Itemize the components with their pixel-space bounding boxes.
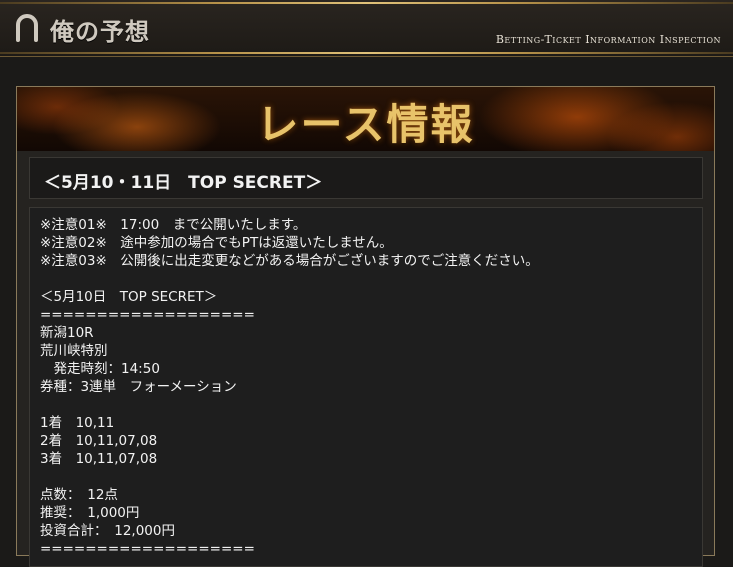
- site-title[interactable]: 俺の予想: [50, 12, 150, 47]
- prediction-content: ※注意01※ 17:00 まで公開いたします。 ※注意02※ 途中参加の場合でも…: [29, 207, 703, 567]
- separator: ===================: [40, 541, 255, 557]
- ticket-type: 券種：3連単 フォーメーション: [40, 379, 237, 395]
- first-place: 1着 10,11: [40, 415, 115, 431]
- third-place: 3着 10,11,07,08: [40, 451, 158, 467]
- race-info-banner: レース情報: [17, 87, 714, 151]
- start-time: 発走時刻：14:50: [40, 361, 160, 377]
- recommended-bet: 推奨： 1,000円: [40, 505, 140, 521]
- notice-3: ※注意03※ 公開後に出走変更などがある場合がございますのでご注意ください。: [40, 253, 539, 269]
- header-bottom-border: [0, 52, 733, 54]
- notice-2: ※注意02※ 途中参加の場合でもPTは返還いたしません。: [40, 235, 393, 251]
- race-name: 荒川峡特別: [40, 343, 108, 359]
- separator: ===================: [40, 307, 255, 323]
- race-date-title: ＜5月10・11日 TOP SECRET＞: [44, 173, 323, 193]
- second-place: 2着 10,11,07,08: [40, 433, 158, 449]
- total-investment: 投資合計： 12,000円: [40, 523, 175, 539]
- points: 点数： 12点: [40, 487, 118, 503]
- race-info-panel: レース情報 ＜5月10・11日 TOP SECRET＞ ※注意01※ 17:00…: [16, 86, 715, 567]
- race-date-header: ＜5月10・11日 TOP SECRET＞: [29, 157, 703, 199]
- header-top-border: [0, 2, 733, 4]
- venue: 新潟10R: [40, 325, 94, 341]
- horseshoe-icon: [16, 14, 38, 42]
- section-title: ＜5月10日 TOP SECRET＞: [40, 289, 218, 305]
- race-info-title: レース情報: [256, 100, 475, 149]
- site-subtitle: Betting-Ticket Information Inspection: [495, 33, 721, 46]
- site-header: 俺の予想 Betting-Ticket Information Inspecti…: [0, 0, 733, 57]
- notice-1: ※注意01※ 17:00 まで公開いたします。: [40, 217, 307, 233]
